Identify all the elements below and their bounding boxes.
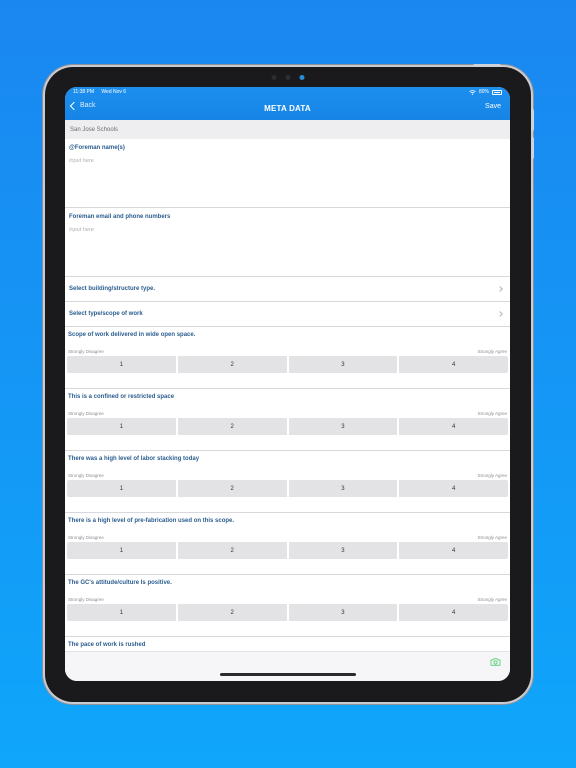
rating-option-3[interactable]: 3 (288, 542, 398, 559)
rating-option-4[interactable]: 4 (399, 356, 508, 373)
scale-labels: Strongly Disagree Strongly Agree (67, 349, 508, 354)
rating-option-3[interactable]: 3 (288, 356, 398, 373)
scale-max-label: Strongly Agree (477, 349, 507, 354)
status-bar: 11:38 PM Wed Nov 6 80% (65, 87, 510, 97)
question-label: The pace of work is rushed (68, 642, 146, 648)
question-label: There is a high level of pre-fabrication… (68, 518, 235, 524)
scale-min-label: Strongly Disagree (68, 411, 104, 416)
foreman-name-field: @Foreman name(s) (65, 139, 510, 208)
scale-max-label: Strongly Agree (477, 597, 507, 602)
question-label: Scope of work delivered in wide open spa… (68, 332, 196, 338)
scale-labels: Strongly Disagree Strongly Agree (67, 597, 508, 602)
rating-option-4[interactable]: 4 (399, 480, 508, 497)
field-label: Foreman email and phone numbers (69, 214, 171, 220)
rating-option-1[interactable]: 1 (67, 604, 176, 621)
back-button[interactable]: Back (69, 101, 96, 110)
rating-option-1[interactable]: 1 (67, 542, 176, 559)
rating-option-3[interactable]: 3 (288, 418, 398, 435)
rating-segmented-control: 1234 (67, 418, 508, 435)
rating-option-4[interactable]: 4 (399, 418, 508, 435)
select-building-type[interactable]: Select building/structure type. (65, 277, 510, 302)
rating-option-2[interactable]: 2 (177, 480, 287, 497)
foreman-name-input[interactable] (69, 158, 506, 196)
volume-down-button (531, 137, 534, 159)
select-scope-of-work[interactable]: Select type/scope of work (65, 302, 510, 327)
power-button (473, 64, 501, 67)
rating-question: There was a high level of labor stacking… (65, 451, 510, 513)
chevron-right-icon (497, 311, 503, 317)
rating-option-3[interactable]: 3 (288, 604, 398, 621)
scale-labels: Strongly Disagree Strongly Agree (67, 411, 508, 416)
rating-question: This is a confined or restricted space St… (65, 389, 510, 451)
navigation-bar: Back META DATA Save (65, 97, 510, 120)
save-button[interactable]: Save (485, 103, 501, 110)
rating-option-2[interactable]: 2 (177, 604, 287, 621)
rating-option-1[interactable]: 1 (67, 418, 176, 435)
rating-option-4[interactable]: 4 (399, 604, 508, 621)
rating-segmented-control: 1234 (67, 356, 508, 373)
rating-option-4[interactable]: 4 (399, 542, 508, 559)
scale-max-label: Strongly Agree (477, 535, 507, 540)
rating-segmented-control: 1234 (67, 604, 508, 621)
rating-option-2[interactable]: 2 (177, 418, 287, 435)
rating-segmented-control: 1234 (67, 480, 508, 497)
scale-min-label: Strongly Disagree (68, 535, 104, 540)
rating-option-1[interactable]: 1 (67, 356, 176, 373)
front-camera (271, 75, 305, 80)
scale-min-label: Strongly Disagree (68, 349, 104, 354)
field-label: @Foreman name(s) (69, 145, 125, 151)
scale-min-label: Strongly Disagree (68, 473, 104, 478)
scale-max-label: Strongly Agree (477, 411, 507, 416)
chevron-right-icon (497, 286, 503, 292)
home-indicator (219, 673, 356, 676)
wifi-icon (469, 89, 476, 95)
volume-up-button (531, 109, 534, 131)
rating-option-2[interactable]: 2 (177, 356, 287, 373)
status-time: 11:38 PM (73, 89, 95, 95)
status-date: Wed Nov 6 (101, 89, 127, 95)
battery-percent: 80% (478, 89, 489, 95)
rating-option-1[interactable]: 1 (67, 480, 176, 497)
select-label: Select type/scope of work (69, 311, 143, 317)
scale-max-label: Strongly Agree (477, 473, 507, 478)
select-label: Select building/structure type. (69, 286, 156, 292)
rating-question: The GC's attitude/culture Is positive. St… (65, 575, 510, 637)
back-label: Back (80, 102, 96, 109)
question-label: The GC's attitude/culture Is positive. (68, 580, 172, 586)
rating-question: Scope of work delivered in wide open spa… (65, 327, 510, 389)
scale-labels: Strongly Disagree Strongly Agree (67, 535, 508, 540)
bottom-toolbar (65, 651, 510, 681)
chevron-left-icon (69, 101, 79, 110)
rating-option-2[interactable]: 2 (177, 542, 287, 559)
app-screen: 11:38 PM Wed Nov 6 80% Back META DATA Sa… (65, 87, 510, 681)
scale-labels: Strongly Disagree Strongly Agree (67, 473, 508, 478)
tablet-frame: 11:38 PM Wed Nov 6 80% Back META DATA Sa… (45, 64, 534, 702)
battery-icon (492, 89, 502, 95)
rating-questions: Scope of work delivered in wide open spa… (65, 327, 510, 637)
question-label: This is a confined or restricted space (68, 394, 175, 400)
section-header: San Jose Schools (65, 120, 510, 139)
foreman-contact-field: Foreman email and phone numbers (65, 208, 510, 277)
rating-option-3[interactable]: 3 (288, 480, 398, 497)
rating-segmented-control: 1234 (67, 542, 508, 559)
rating-question: There is a high level of pre-fabrication… (65, 513, 510, 575)
question-label: There was a high level of labor stacking… (68, 456, 200, 462)
scale-min-label: Strongly Disagree (68, 597, 104, 602)
page-title: META DATA (264, 104, 311, 113)
camera-icon[interactable] (490, 658, 501, 666)
app-header: 11:38 PM Wed Nov 6 80% Back META DATA Sa… (65, 87, 510, 120)
foreman-contact-input[interactable] (69, 227, 506, 265)
